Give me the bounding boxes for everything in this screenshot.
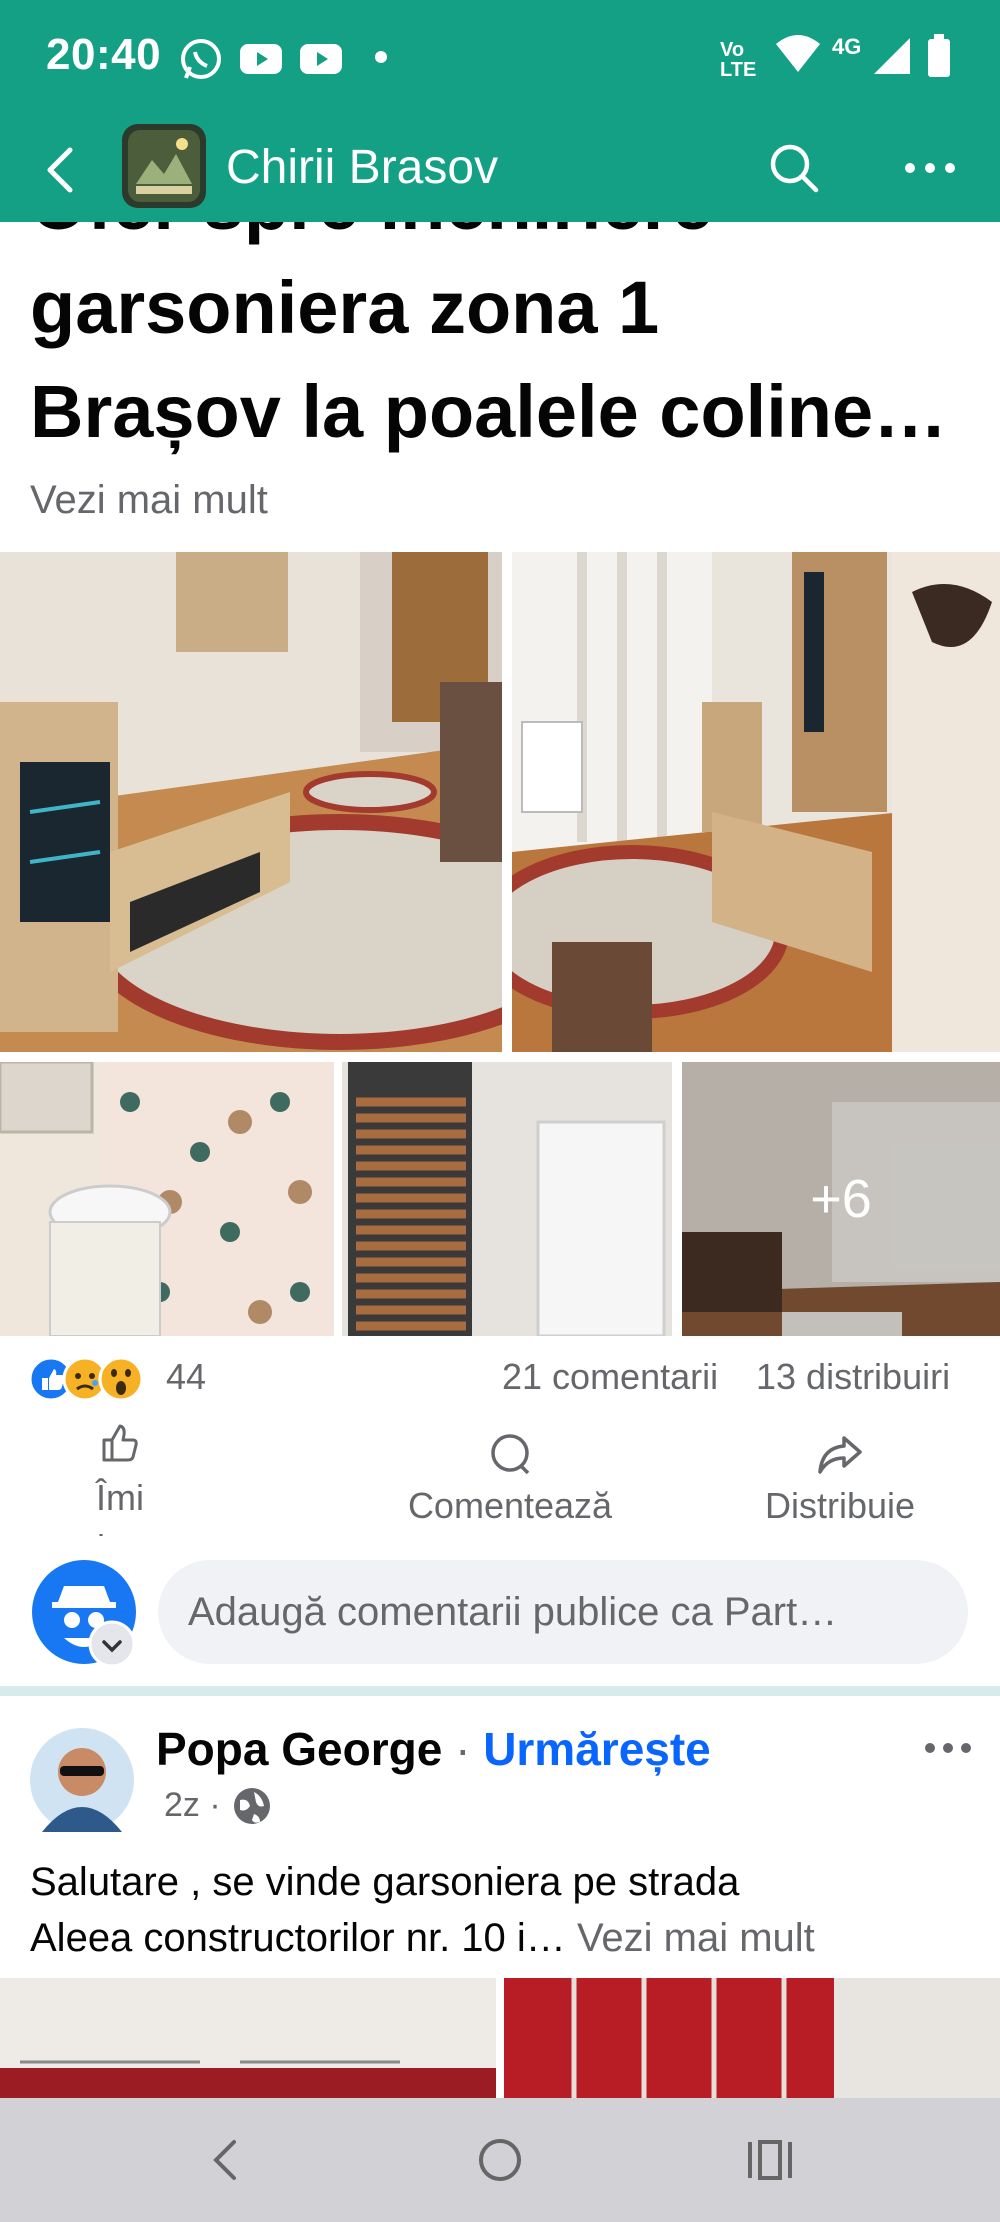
group-header: Chirii Brasov xyxy=(0,118,1000,222)
more-icon[interactable] xyxy=(900,158,960,178)
comment-button[interactable]: Comentează xyxy=(380,1432,640,1527)
follow-button[interactable]: Urmărește xyxy=(483,1723,711,1775)
group-avatar[interactable] xyxy=(122,124,206,208)
next-post-photo-1[interactable] xyxy=(0,1978,496,2098)
post-meta: 2z · xyxy=(164,1786,221,1824)
comments-count[interactable]: 21 comentarii xyxy=(502,1356,718,1398)
dot-icon xyxy=(375,51,387,63)
comment-input[interactable]: Adaugă comentarii publice ca Part… xyxy=(158,1560,968,1664)
nav-home-icon[interactable] xyxy=(476,2136,524,2184)
post-body-line-1: Salutare , se vinde garsoniera pe strada xyxy=(30,1860,740,1904)
whatsapp-icon xyxy=(181,39,221,79)
youtube-icon xyxy=(240,44,282,74)
share-button[interactable]: Distribuie xyxy=(740,1432,940,1527)
reaction-icons[interactable] xyxy=(28,1356,178,1406)
room-photo[interactable]: +6 xyxy=(682,1062,1000,1336)
more-icon[interactable] xyxy=(922,1738,974,1758)
status-time: 20:40 xyxy=(46,30,162,79)
post-title-line-1: Ofer spre închiriere xyxy=(30,222,713,256)
youtube-icon xyxy=(300,44,342,74)
commenter-avatar[interactable] xyxy=(30,1558,142,1670)
comment-label: Comentează xyxy=(407,1485,613,1526)
living-room-photo-2[interactable] xyxy=(512,552,1000,1052)
search-icon[interactable] xyxy=(766,140,822,196)
poster-avatar[interactable] xyxy=(30,1728,134,1832)
post-time[interactable]: 2z xyxy=(164,1786,200,1824)
thumbs-up-icon xyxy=(102,1424,138,1462)
system-nav-bar xyxy=(0,2098,1000,2222)
nav-back-icon[interactable] xyxy=(206,2138,246,2182)
post-body-line-2: Aleea constructorilor nr. 10 i… Vezi mai… xyxy=(30,1916,815,1960)
share-icon xyxy=(818,1436,862,1474)
post-title-line-2: garsoniera zona 1 xyxy=(30,266,660,349)
poster-name-line: Popa George · Urmărește xyxy=(156,1723,711,1775)
like-button[interactable]: Îmi place xyxy=(60,1420,180,1536)
post-actions: Îmi place Comentează Distribuie xyxy=(0,1420,1000,1536)
bathroom-photo[interactable] xyxy=(0,1062,334,1336)
living-room-photo-1[interactable] xyxy=(0,552,502,1052)
see-more-link[interactable]: Vezi mai mult xyxy=(577,1916,815,1960)
share-label: Distribuie xyxy=(764,1485,916,1526)
door-fridge-photo[interactable] xyxy=(342,1062,672,1336)
next-post-photo-2[interactable] xyxy=(504,1978,1000,2098)
reaction-count[interactable]: 44 xyxy=(166,1356,206,1398)
shares-count[interactable]: 13 distribuiri xyxy=(756,1356,950,1398)
volte-icon: Vo LTE xyxy=(720,39,757,81)
see-more-link[interactable]: Vezi mai mult xyxy=(30,478,268,523)
status-bar: 20:40 Vo LTE 4G xyxy=(0,0,1000,118)
nav-recents-icon[interactable] xyxy=(746,2138,794,2182)
post-separator xyxy=(0,1686,1000,1696)
network-type: 4G xyxy=(832,34,862,59)
globe-icon xyxy=(234,1788,270,1824)
post-title-line-3: Brașov la poalele coline… xyxy=(30,370,948,453)
comment-icon xyxy=(491,1434,530,1475)
back-arrow-icon[interactable] xyxy=(40,144,80,196)
wifi-icon xyxy=(776,35,820,72)
signal-icon xyxy=(874,38,910,74)
poster-name[interactable]: Popa George xyxy=(156,1723,442,1775)
wow-icon xyxy=(98,1356,144,1402)
like-label: Îmi place xyxy=(77,1477,163,1536)
more-photos-count[interactable]: +6 xyxy=(682,1062,1000,1336)
battery-icon xyxy=(928,34,950,77)
group-title[interactable]: Chirii Brasov xyxy=(226,140,498,195)
